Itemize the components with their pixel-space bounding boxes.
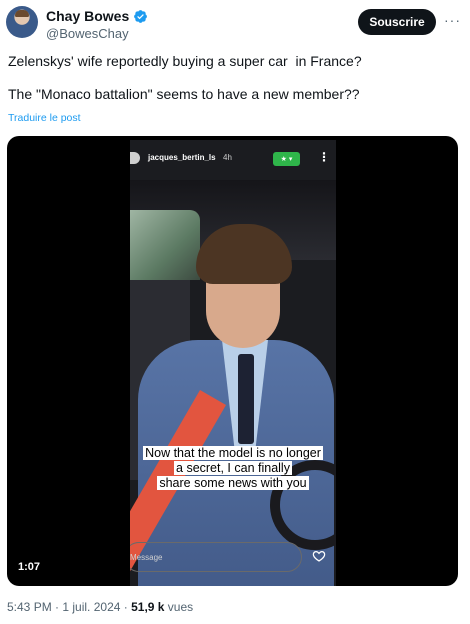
tweet-header: Chay Bowes @BowesChay Souscrire ··· [6,6,464,46]
author-name-row: Chay Bowes [46,8,148,24]
story-avatar [130,152,140,164]
author-avatar[interactable] [6,6,38,38]
views-count: 51,9 k [131,600,165,614]
meta-separator: · [120,600,132,614]
author-handle[interactable]: @BowesChay [46,26,129,41]
caption-line: share some news with you [157,476,309,490]
verified-badge-icon [134,9,148,23]
tweet-text: Zelenskys' wife reportedly buying a supe… [8,52,460,104]
car-window [130,210,200,280]
heart-icon [312,550,326,562]
post-time[interactable]: 5:43 PM [7,600,52,614]
story-more-icon: ⋮ [318,150,330,164]
story-message-placeholder: Message [130,553,163,562]
story-frame: jacques_bertin_ls 4h ★ ▾ ⋮ Now that the … [130,140,336,586]
story-caption: Now that the model is no longer a secret… [130,446,336,491]
tweet-text-line: Zelenskys' wife reportedly buying a supe… [8,53,362,69]
chevron-down-icon: ▾ [288,155,293,163]
views-label: vues [164,600,194,614]
author-name[interactable]: Chay Bowes [46,8,129,24]
translate-post-link[interactable]: Traduire le post [8,112,81,124]
subscribe-button[interactable]: Souscrire [358,9,436,35]
post-date[interactable]: 1 juil. 2024 [62,600,120,614]
story-header: jacques_bertin_ls 4h ★ ▾ ⋮ [130,150,336,170]
meta-separator: · [51,600,63,614]
video-player[interactable]: jacques_bertin_ls 4h ★ ▾ ⋮ Now that the … [7,136,458,586]
tweet-meta: 5:43 PM · 1 juil. 2024 · 51,9 k vues [7,600,193,614]
man-tie [238,354,254,444]
caption-line: Now that the model is no longer [143,446,323,460]
story-username: jacques_bertin_ls [148,153,216,162]
star-icon: ★ [280,155,287,163]
caption-line: a secret, I can finally [174,461,292,475]
story-time: 4h [223,153,232,162]
tweet-text-line: The "Monaco battalion" seems to have a n… [8,86,360,102]
more-options-icon[interactable]: ··· [444,12,461,28]
video-duration: 1:07 [18,561,41,573]
story-badge: ★ ▾ [273,152,300,166]
